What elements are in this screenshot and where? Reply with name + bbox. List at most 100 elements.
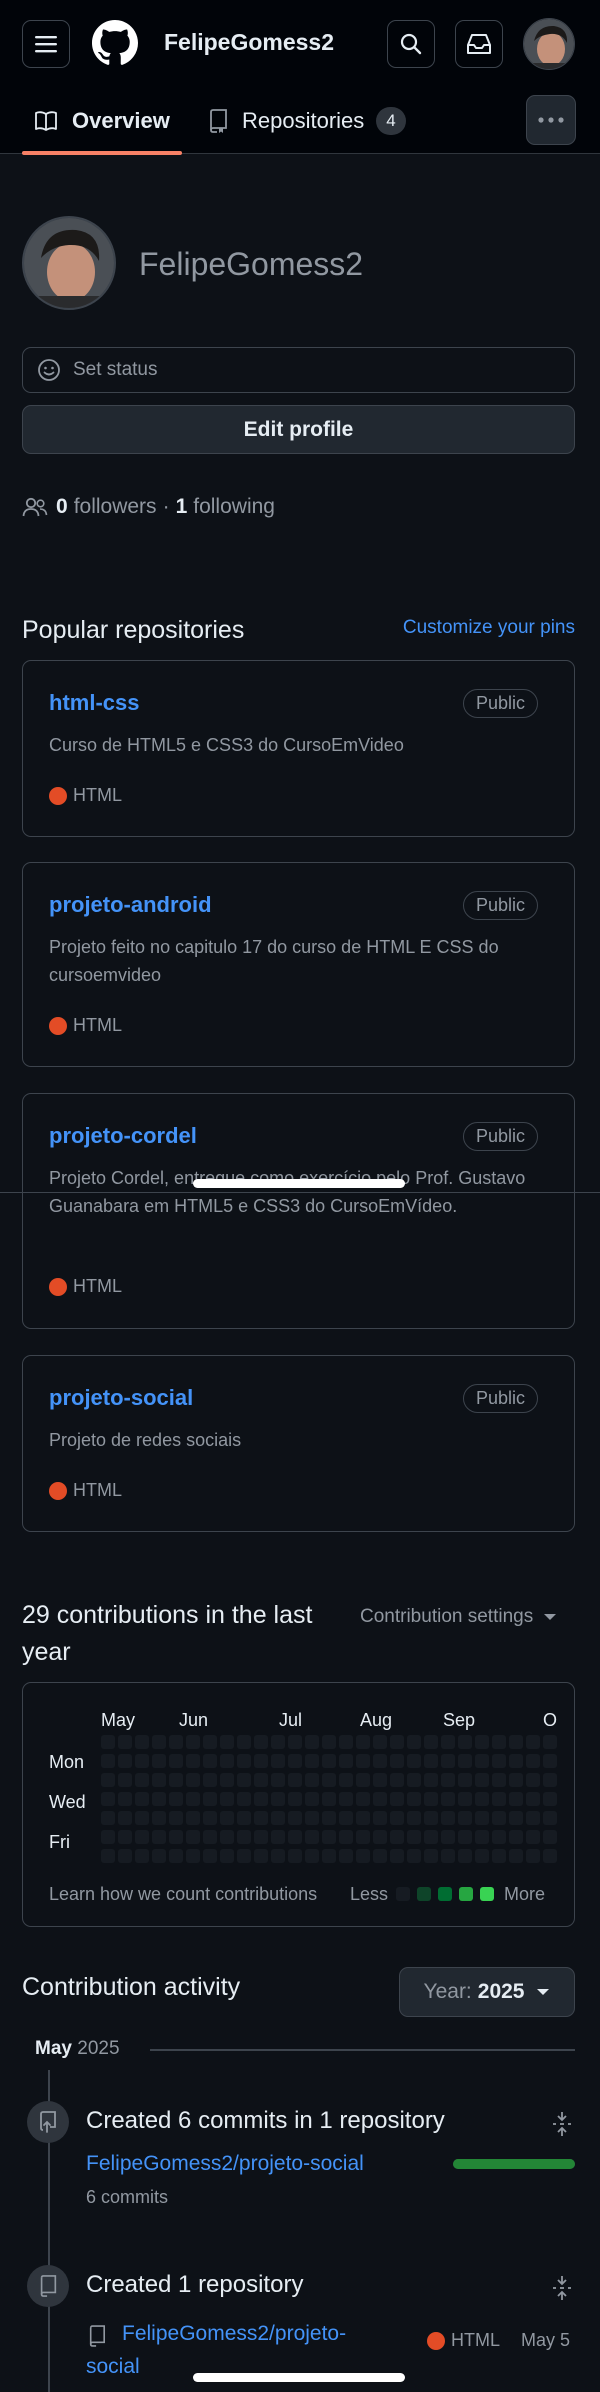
contribution-day-cell[interactable] xyxy=(458,1849,472,1863)
contribution-day-cell[interactable] xyxy=(288,1754,302,1768)
contribution-day-cell[interactable] xyxy=(186,1735,200,1749)
contribution-day-cell[interactable] xyxy=(305,1754,319,1768)
followers-label[interactable]: followers xyxy=(74,495,157,519)
contribution-day-cell[interactable] xyxy=(492,1754,506,1768)
contribution-day-cell[interactable] xyxy=(492,1811,506,1825)
contribution-day-cell[interactable] xyxy=(288,1830,302,1844)
contribution-day-cell[interactable] xyxy=(526,1849,540,1863)
contribution-day-cell[interactable] xyxy=(322,1830,336,1844)
customize-pins-link[interactable]: Customize your pins xyxy=(403,617,575,639)
contribution-day-cell[interactable] xyxy=(152,1849,166,1863)
contribution-day-cell[interactable] xyxy=(475,1792,489,1806)
contribution-day-cell[interactable] xyxy=(135,1792,149,1806)
contribution-day-cell[interactable] xyxy=(492,1849,506,1863)
contribution-day-cell[interactable] xyxy=(407,1792,421,1806)
contribution-day-cell[interactable] xyxy=(441,1735,455,1749)
contribution-day-cell[interactable] xyxy=(458,1811,472,1825)
profile-avatar[interactable] xyxy=(22,216,116,310)
contribution-day-cell[interactable] xyxy=(424,1773,438,1787)
contribution-day-cell[interactable] xyxy=(492,1735,506,1749)
contribution-day-cell[interactable] xyxy=(526,1830,540,1844)
contribution-day-cell[interactable] xyxy=(441,1754,455,1768)
contribution-day-cell[interactable] xyxy=(186,1773,200,1787)
github-logo-icon[interactable] xyxy=(92,20,138,66)
contribution-day-cell[interactable] xyxy=(492,1773,506,1787)
contribution-day-cell[interactable] xyxy=(271,1849,285,1863)
contribution-day-cell[interactable] xyxy=(305,1811,319,1825)
contribution-day-cell[interactable] xyxy=(390,1735,404,1749)
contribution-day-cell[interactable] xyxy=(322,1849,336,1863)
contribution-day-cell[interactable] xyxy=(390,1830,404,1844)
contribution-day-cell[interactable] xyxy=(118,1830,132,1844)
contribution-day-cell[interactable] xyxy=(203,1849,217,1863)
contribution-day-cell[interactable] xyxy=(390,1811,404,1825)
contribution-day-cell[interactable] xyxy=(135,1735,149,1749)
fold-icon[interactable] xyxy=(549,2275,575,2301)
created-repo-link-line2[interactable]: social xyxy=(86,2355,140,2379)
inbox-button[interactable] xyxy=(455,20,503,68)
contribution-day-cell[interactable] xyxy=(288,1735,302,1749)
contribution-day-cell[interactable] xyxy=(373,1792,387,1806)
contribution-day-cell[interactable] xyxy=(356,1754,370,1768)
contribution-day-cell[interactable] xyxy=(509,1773,523,1787)
contribution-day-cell[interactable] xyxy=(475,1830,489,1844)
contribution-day-cell[interactable] xyxy=(152,1754,166,1768)
contribution-day-cell[interactable] xyxy=(339,1792,353,1806)
contribution-day-cell[interactable] xyxy=(220,1849,234,1863)
commits-repo-link[interactable]: FelipeGomess2/projeto-social xyxy=(86,2152,364,2176)
contribution-day-cell[interactable] xyxy=(356,1849,370,1863)
contribution-day-cell[interactable] xyxy=(186,1830,200,1844)
contribution-day-cell[interactable] xyxy=(186,1811,200,1825)
contribution-day-cell[interactable] xyxy=(339,1754,353,1768)
contribution-day-cell[interactable] xyxy=(475,1754,489,1768)
contribution-day-cell[interactable] xyxy=(152,1830,166,1844)
contribution-day-cell[interactable] xyxy=(390,1773,404,1787)
repo-name-link[interactable]: html-css xyxy=(49,690,139,716)
repo-name-link[interactable]: projeto-social xyxy=(49,1385,193,1411)
contribution-day-cell[interactable] xyxy=(475,1811,489,1825)
contribution-day-cell[interactable] xyxy=(101,1754,115,1768)
contribution-day-cell[interactable] xyxy=(220,1773,234,1787)
contribution-day-cell[interactable] xyxy=(271,1792,285,1806)
contribution-day-cell[interactable] xyxy=(475,1735,489,1749)
contribution-day-cell[interactable] xyxy=(203,1754,217,1768)
contribution-day-cell[interactable] xyxy=(492,1792,506,1806)
contribution-day-cell[interactable] xyxy=(220,1754,234,1768)
contribution-day-cell[interactable] xyxy=(407,1735,421,1749)
contribution-day-cell[interactable] xyxy=(475,1849,489,1863)
contribution-day-cell[interactable] xyxy=(169,1773,183,1787)
contribution-day-cell[interactable] xyxy=(526,1735,540,1749)
contribution-day-cell[interactable] xyxy=(271,1830,285,1844)
contribution-day-cell[interactable] xyxy=(169,1830,183,1844)
contribution-day-cell[interactable] xyxy=(203,1773,217,1787)
followers-count[interactable]: 0 xyxy=(56,495,68,519)
contribution-day-cell[interactable] xyxy=(237,1754,251,1768)
contribution-day-cell[interactable] xyxy=(339,1811,353,1825)
contribution-day-cell[interactable] xyxy=(339,1735,353,1749)
contribution-day-cell[interactable] xyxy=(186,1792,200,1806)
user-avatar[interactable] xyxy=(523,18,575,70)
contribution-day-cell[interactable] xyxy=(305,1773,319,1787)
tab-overview[interactable]: Overview xyxy=(34,88,170,154)
contribution-day-cell[interactable] xyxy=(169,1792,183,1806)
contribution-day-cell[interactable] xyxy=(407,1830,421,1844)
contribution-day-cell[interactable] xyxy=(118,1754,132,1768)
contribution-day-cell[interactable] xyxy=(424,1754,438,1768)
contribution-day-cell[interactable] xyxy=(203,1735,217,1749)
contribution-day-cell[interactable] xyxy=(169,1811,183,1825)
contribution-day-cell[interactable] xyxy=(424,1735,438,1749)
contribution-day-cell[interactable] xyxy=(407,1811,421,1825)
contribution-day-cell[interactable] xyxy=(509,1792,523,1806)
contribution-day-cell[interactable] xyxy=(458,1735,472,1749)
contribution-day-cell[interactable] xyxy=(373,1735,387,1749)
contribution-day-cell[interactable] xyxy=(373,1849,387,1863)
contribution-day-cell[interactable] xyxy=(509,1811,523,1825)
contribution-day-cell[interactable] xyxy=(254,1792,268,1806)
contribution-day-cell[interactable] xyxy=(356,1792,370,1806)
contribution-day-cell[interactable] xyxy=(373,1754,387,1768)
contribution-day-cell[interactable] xyxy=(543,1849,557,1863)
tab-repositories[interactable]: Repositories 4 xyxy=(208,88,406,154)
header-username[interactable]: FelipeGomess2 xyxy=(164,29,334,56)
contribution-day-cell[interactable] xyxy=(101,1773,115,1787)
search-button[interactable] xyxy=(387,20,435,68)
